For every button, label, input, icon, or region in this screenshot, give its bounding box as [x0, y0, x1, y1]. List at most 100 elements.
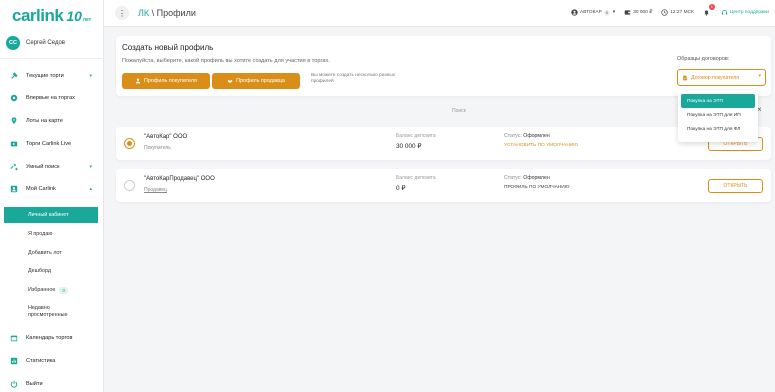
- sidebar-item-logout[interactable]: Выйти: [0, 377, 104, 391]
- top-header: ⋮ ЛК \ Профили АВТОКАР 0 ▾ 30 000 ₽ 12:2…: [104, 0, 775, 27]
- sidebar-item-label: Впервые на торгах: [26, 95, 75, 101]
- seller-profile-button[interactable]: Профиль продавца: [212, 73, 300, 89]
- chevron-down-icon: ▾: [89, 164, 92, 170]
- notification-count: 1: [708, 4, 715, 10]
- deposit-label: Баланс депозита: [396, 175, 436, 181]
- sidebar-item-live[interactable]: Торги Carlink Live: [0, 137, 104, 151]
- buyer-profile-button[interactable]: Профиль покупателя: [122, 73, 210, 89]
- sidebar-item-current-auctions[interactable]: Текущие торги ▾: [0, 69, 104, 83]
- sidebar-item-first-time[interactable]: Впервые на торгах: [0, 91, 104, 105]
- chevron-down-icon: ▾: [758, 73, 761, 79]
- create-profile-title: Создать новый профиль: [122, 43, 214, 52]
- support-label: Центр поддержки: [729, 10, 769, 15]
- page-title: Профили: [156, 8, 196, 18]
- sidebar-subitem-recent[interactable]: Недавно просмотренные: [4, 302, 84, 322]
- dropdown-option[interactable]: Покупка на ЭТП для ИП: [681, 108, 755, 122]
- notifications-button[interactable]: 1: [703, 4, 715, 16]
- sidebar-subitem-label: Я продаю: [28, 231, 53, 237]
- logo-text: carlink: [12, 6, 64, 25]
- status-value: Оформлен: [523, 133, 550, 139]
- sidebar-subitem-dashboard[interactable]: Дешборд: [4, 263, 98, 279]
- create-profile-card: Создать новый профиль Пожалуйста, выбери…: [116, 36, 771, 96]
- account-icon: [9, 184, 19, 194]
- sidebar-item-calendar[interactable]: Календарь торгов: [0, 331, 104, 345]
- profile-type: Продавец: [144, 187, 167, 193]
- wallet-icon: [624, 10, 631, 15]
- sidebar-subitem-favorites[interactable]: Избранное 0: [4, 282, 98, 298]
- deposit-value: 0 ₽: [396, 185, 406, 192]
- menu-button[interactable]: ⋮: [115, 6, 129, 20]
- sidebar-item-statistics[interactable]: Статистика: [0, 354, 104, 368]
- seller-profile-label: Профиль продавца: [236, 78, 285, 84]
- default-profile-label: ПРОФИЛЬ ПО УМОЛЧАНИЮ: [504, 185, 570, 190]
- sidebar-subitem-label: Личный кабинет: [28, 212, 69, 218]
- power-icon: [9, 379, 19, 389]
- status-text: Статус: Оформлен: [504, 175, 550, 181]
- sidebar-subitem-label: Избранное: [28, 287, 56, 293]
- clock-icon: [661, 9, 668, 16]
- buyer-profile-label: Профиль покупателя: [144, 78, 197, 84]
- sidebar-item-label: Выйти: [26, 381, 43, 387]
- time-display: 12:27 МСК: [661, 9, 694, 16]
- sidebar-item-label: Лоты на карте: [26, 118, 63, 124]
- profile-type: Покупатель: [144, 145, 171, 151]
- create-profile-hint: Вы можете создать несколько разных профи…: [311, 73, 396, 84]
- set-default-link[interactable]: УСТАНОВИТЬ ПО УМОЛЧАНИЮ: [504, 143, 578, 148]
- bell-icon: [704, 10, 709, 16]
- profile-row[interactable]: "АвтоКарПродавец" ООО Продавец Баланс де…: [116, 169, 771, 202]
- profile-row[interactable]: "АвтоКар" ООО Покупатель Баланс депозита…: [116, 127, 771, 160]
- kebab-menu-icon: ⋮: [118, 8, 126, 18]
- breadcrumb-root[interactable]: ЛК: [138, 8, 149, 18]
- contract-dropdown-menu: Покупка на ЭТП Покупка на ЭТП для ИП Пок…: [678, 90, 758, 142]
- map-pin-icon: [9, 116, 19, 126]
- sidebar-subitem-cabinet[interactable]: Личный кабинет: [4, 207, 98, 223]
- status-label: Статус:: [504, 175, 522, 181]
- time-value: 12:27 МСК: [670, 10, 694, 15]
- create-profile-description: Пожалуйста, выберите, какой профиль вы х…: [122, 58, 330, 64]
- search-label[interactable]: Поиск: [452, 108, 466, 114]
- status-value: Оформлен: [523, 175, 550, 181]
- profile-radio[interactable]: [124, 138, 135, 149]
- templates-label: Образцы договоров:: [677, 56, 730, 62]
- dropdown-option[interactable]: Покупка на ЭТП: [681, 94, 755, 108]
- chevron-up-icon: ▴: [89, 186, 92, 192]
- sidebar-subitem-add-lot[interactable]: Добавить лот: [4, 245, 98, 261]
- headset-icon: [721, 10, 728, 15]
- logo-anniversary: 10: [66, 8, 82, 24]
- chevron-down-icon: ▾: [89, 73, 92, 79]
- user-icon: [135, 78, 141, 84]
- sidebar-item-label: Умный поиск: [26, 164, 60, 170]
- sidebar-subitem-selling[interactable]: Я продаю: [4, 226, 98, 242]
- sidebar-item-label: Мой Carlink: [26, 186, 56, 192]
- sidebar-item-map[interactable]: Лоты на карте: [0, 114, 104, 128]
- deposit-label: Баланс депозита: [396, 133, 436, 139]
- balance-value: 30 000 ₽: [633, 10, 653, 15]
- sidebar-item-smart-search[interactable]: Умный поиск ▾: [0, 160, 104, 174]
- account-count: 0: [603, 9, 610, 16]
- gavel-icon: [9, 71, 19, 81]
- balance-display[interactable]: 30 000 ₽: [624, 9, 652, 16]
- status-label: Статус:: [504, 133, 522, 139]
- sidebar-item-my-carlink[interactable]: Мой Carlink ▴: [0, 182, 104, 196]
- account-switcher[interactable]: АВТОКАР 0 ▾: [571, 9, 615, 16]
- breadcrumb-separator: \: [149, 8, 157, 18]
- sidebar-subitem-label: Недавно просмотренные: [28, 305, 68, 318]
- avatar: СС: [6, 36, 20, 50]
- account-name: АВТОКАР: [580, 10, 602, 15]
- profile-radio[interactable]: [124, 180, 135, 191]
- sidebar-item-label: Статистика: [26, 358, 56, 364]
- live-icon: [9, 139, 19, 149]
- support-link[interactable]: Центр поддержки: [721, 9, 769, 16]
- contract-template-select[interactable]: Договор покупателя ▾: [677, 69, 766, 86]
- open-profile-button[interactable]: ОТКРЫТЬ: [708, 179, 763, 193]
- chevron-down-icon: ▾: [612, 10, 616, 15]
- carlink-logo[interactable]: carlink 10 лет: [12, 6, 91, 25]
- calendar-icon: [9, 333, 19, 343]
- handshake-icon: [227, 79, 233, 83]
- sidebar-item-label: Текущие торги: [26, 73, 64, 79]
- user-profile[interactable]: СС Сергей Седов: [6, 36, 65, 50]
- smart-search-icon: [9, 162, 19, 172]
- sidebar-item-label: Торги Carlink Live: [26, 141, 72, 147]
- dropdown-option[interactable]: Покупка на ЭТП для ФЛ: [681, 122, 755, 136]
- document-icon: [683, 75, 687, 80]
